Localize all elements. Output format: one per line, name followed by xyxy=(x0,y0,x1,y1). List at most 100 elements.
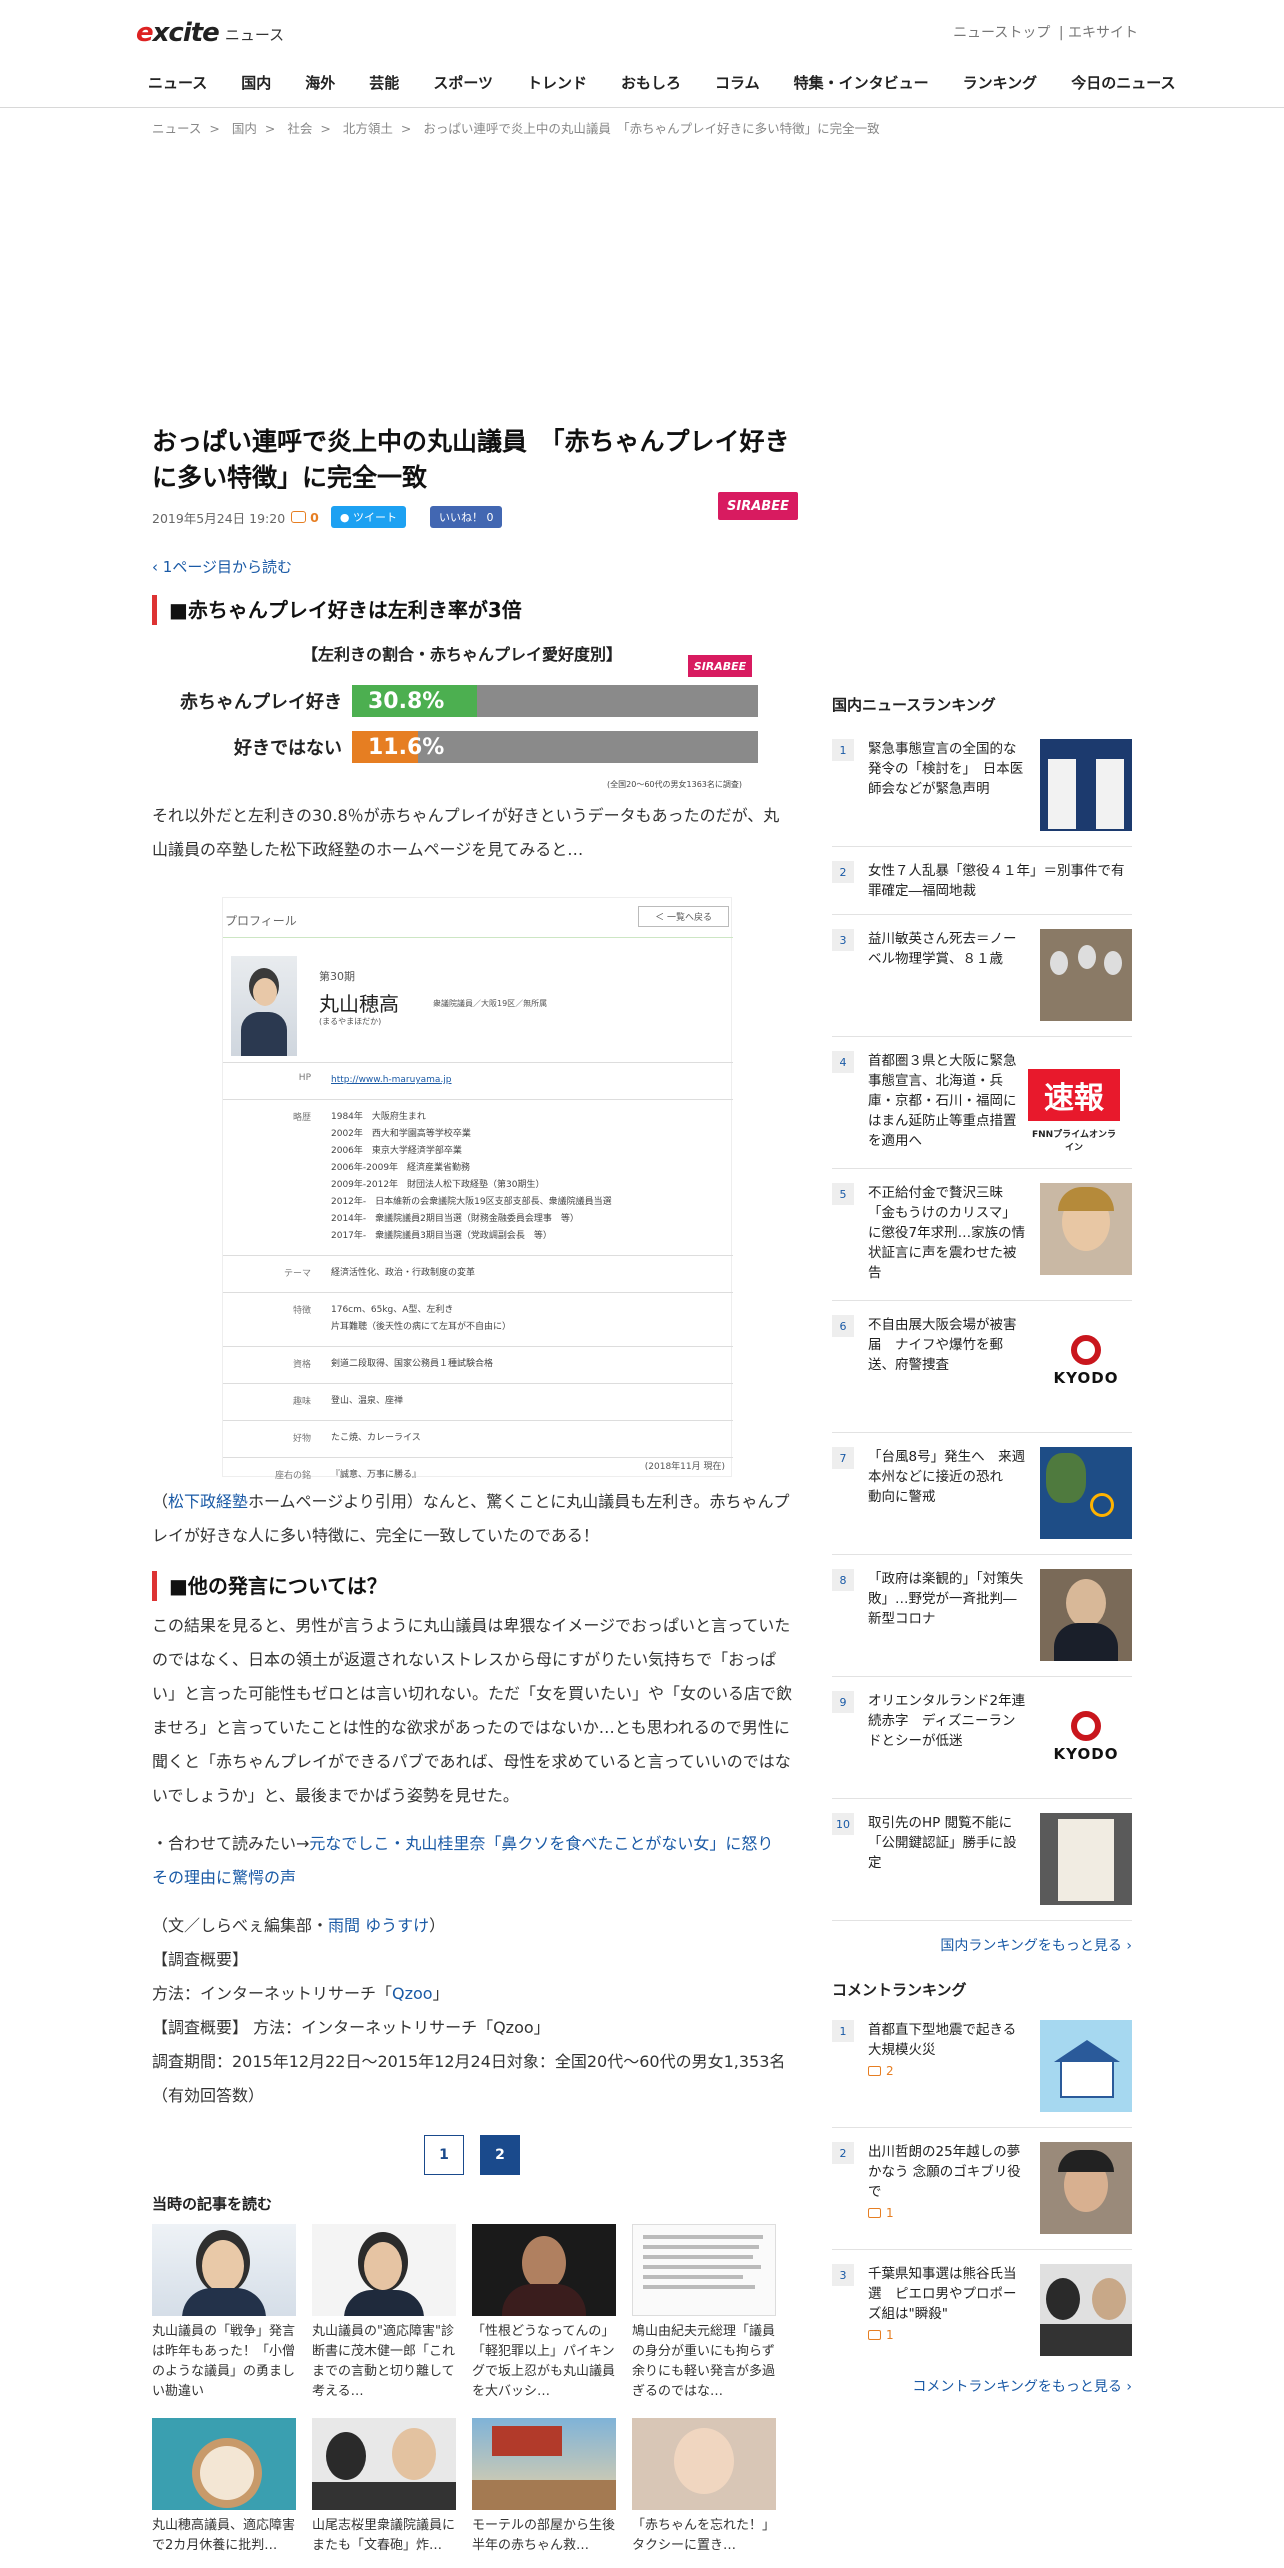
profile-row: 好物 たこ焼、カレーライス xyxy=(223,1420,733,1457)
ranking-item-5[interactable]: 5 不正給付金で贅沢三昧「金もうけのカリスマ」に懲役7年求刑…家族の情状証言に声… xyxy=(832,1169,1132,1301)
rank-text: 取引先のHP 閲覧不能に 「公開鍵認証」勝手に設定 xyxy=(868,1815,1026,1871)
related-item[interactable]: 「赤ちゃんを忘れた！」タクシーに置き… xyxy=(632,2418,776,2568)
chevron-right-icon: › xyxy=(1121,1938,1132,1954)
ranking-item-4[interactable]: 4 首都圏３県と大阪に緊急事態宣言、北海道・兵庫・京都・石川・福岡にはまん延防止… xyxy=(832,1037,1132,1169)
sirabee-logo[interactable]: SIRABEE xyxy=(718,492,798,520)
ranking-item-3[interactable]: 3 益川敏英さん死去＝ノーベル物理学賞、８１歳 xyxy=(832,915,1132,1037)
profile-suit xyxy=(241,1012,287,1056)
rank-thumb-5 xyxy=(1040,1183,1132,1275)
profile-name: 丸山穂高 xyxy=(319,992,399,1016)
nav-sports[interactable]: スポーツ xyxy=(433,72,493,93)
related-item[interactable]: 丸山議員の"適応障害"診断書に茂木健一郎「これまでの言動と切り離して考える… xyxy=(312,2224,456,2402)
article: おっぱい連呼で炎上中の丸山議員 「赤ちゃんプレイ好きに多い特徴」に完全一致 20… xyxy=(152,424,798,2568)
related-item[interactable]: モーテルの部屋から生後半年の赤ちゃん救… xyxy=(472,2418,616,2568)
ranking-item-7[interactable]: 7 「台風8号」発生へ 来週 本州などに接近の恐れ 動向に警戒 xyxy=(832,1433,1132,1555)
survey-method: 方法：インターネットリサーチ「Qzoo」 xyxy=(152,1977,792,2011)
left-handed-chart: 【左利きの割合・赤ちゃんプレイ愛好度別】 SIRABEE 赤ちゃんプレイ好き 30… xyxy=(152,641,772,791)
breadcrumb-northern-territories[interactable]: 北方領土 xyxy=(343,121,393,136)
chevron-right-icon: › xyxy=(1121,2379,1132,2395)
kyodo-logo-icon xyxy=(1071,1711,1101,1741)
breadcrumb-domestic[interactable]: 国内 xyxy=(232,121,257,136)
ranking-item-8[interactable]: 8 「政府は楽観的」「対策失敗」…野党が一斉批判―新型コロナ xyxy=(832,1555,1132,1677)
ranking-item-2[interactable]: 2 女性７人乱暴「懲役４１年」＝別事件で有罪確定―福岡地裁 xyxy=(832,847,1132,915)
profile-row: テーマ 経済活性化、政治・行政制度の変革 xyxy=(223,1255,733,1292)
profile-row-line: 経済活性化、政治・行政制度の変革 xyxy=(331,1268,476,1278)
profile-row-line[interactable]: http://www.h-maruyama.jp xyxy=(331,1072,452,1089)
prev-page-link[interactable]: ‹ 1ページ目から読む xyxy=(152,556,792,577)
related-item[interactable]: 山尾志桜里衆議院議員にまたも「文春砲」炸… xyxy=(312,2418,456,2568)
nav-today[interactable]: 今日のニュース xyxy=(1071,72,1175,93)
page-2-button[interactable]: 2 xyxy=(480,2135,520,2175)
logo-brand-rest: xcite xyxy=(152,18,220,48)
nav-entertainment[interactable]: 芸能 xyxy=(369,72,399,93)
logo-sub: ニュース xyxy=(224,26,285,44)
nav-domestic[interactable]: 国内 xyxy=(241,72,271,93)
rank-number: 6 xyxy=(832,1315,854,1337)
news-top-link[interactable]: ニューストップ xyxy=(953,25,1050,41)
comment-count[interactable]: 0 xyxy=(310,510,319,525)
matsushita-link[interactable]: 松下政経塾 xyxy=(168,1492,248,1511)
comment-icon[interactable] xyxy=(291,511,307,523)
profile-row: 略歴 1984年 大阪府生まれ 2002年 西大和学園高等学校卒業 2006年 東京大… xyxy=(223,1099,733,1255)
related-thumb-6 xyxy=(312,2418,456,2510)
main-nav: ニュース 国内 海外 芸能 スポーツ トレンド おもしろ コラム 特集・インタビ… xyxy=(148,72,1209,93)
rank-thumb-8 xyxy=(1040,1569,1132,1661)
breadcrumb-society[interactable]: 社会 xyxy=(287,121,312,136)
comment-ranking-more-link[interactable]: コメントランキングをもっと見る › xyxy=(832,2376,1132,2396)
page-1-button[interactable]: 1 xyxy=(424,2135,464,2175)
nav-ranking[interactable]: ランキング xyxy=(963,72,1038,93)
related-item[interactable]: 「性根どうなってんの」「軽犯罪以上」パイキングで坂上忍がも丸山議員を大バッシ… xyxy=(472,2224,616,2402)
profile-row-key: 趣味 xyxy=(292,1397,311,1407)
nav-column[interactable]: コラム xyxy=(715,72,760,93)
comment-count: 1 xyxy=(868,2328,1028,2342)
profile-row-value: 『誠意、万事に勝る』 xyxy=(331,1467,421,1484)
nav-funny[interactable]: おもしろ xyxy=(621,72,681,93)
read-also-prefix: ・合わせて読みたい→ xyxy=(152,1834,310,1853)
ranking-more-link[interactable]: 国内ランキングをもっと見る › xyxy=(832,1935,1132,1955)
ranking-item-1[interactable]: 1 緊急事態宣言の全国的な発令の「検討を」 日本医師会などが緊急声明 xyxy=(832,725,1132,847)
profile-role: 衆議院議員／大阪19区／無所属 xyxy=(433,999,548,1008)
comment-number: 1 xyxy=(886,2328,894,2342)
related-text-1: 丸山議員の「戦争」発言は昨年もあった！「小僧のような議員」の勇ましい勘違い xyxy=(152,2324,296,2399)
profile-row-value: 1984年 大阪府生まれ 2002年 西大和学園高等学校卒業 2006年 東京大学経… xyxy=(331,1109,612,1245)
ranking-item-9[interactable]: 9 オリエンタルランド2年連続赤字 ディズニーランドとシーが低迷 KYODO xyxy=(832,1677,1132,1799)
tweet-button[interactable]: ● ツイート xyxy=(330,506,406,528)
profile-date: (2018年11月 現在) xyxy=(644,1462,725,1472)
chart-category-label: 好きではない xyxy=(234,738,342,759)
nav-overseas[interactable]: 海外 xyxy=(305,72,335,93)
related-text-4: 鳩山由紀夫元総理「議員の身分が重いにも拘らず余りにも軽い発言が多過ぎるのではな… xyxy=(632,2324,776,2399)
breadcrumb-news[interactable]: ニュース xyxy=(152,121,201,136)
chevron-left-icon: ‹ xyxy=(152,558,163,576)
excite-news-logo[interactable]: excite ニュース xyxy=(136,14,284,48)
profile-header-title: プロフィール xyxy=(225,914,297,928)
related-item[interactable]: 丸山議員の「戦争」発言は昨年もあった！「小僧のような議員」の勇ましい勘違い xyxy=(152,2224,296,2402)
comment-icon xyxy=(868,2208,881,2218)
related-text-7: モーテルの部屋から生後半年の赤ちゃん救… xyxy=(472,2518,616,2553)
survey-line-2: 【調査概要】 方法：インターネットリサーチ「Qzoo」 xyxy=(152,2018,550,2037)
qzoo-link[interactable]: Qzoo xyxy=(392,1984,433,2003)
credit-pre: （文／しらべぇ編集部・ xyxy=(152,1916,329,1935)
comment-ranking-item-3[interactable]: 3 千葉県知事選は熊谷氏当選 ピエロ男やプロポーズ組は"瞬殺" 1 xyxy=(832,2250,1132,2372)
ranking-item-6[interactable]: 6 不自由展大阪会場が被害届 ナイフや爆竹を郵送、府警捜査 KYODO xyxy=(832,1301,1132,1433)
related-item[interactable]: 鳩山由紀夫元総理「議員の身分が重いにも拘らず余りにも軽い発言が多過ぎるのではな… xyxy=(632,2224,776,2402)
author-link[interactable]: 雨間 ゆうすけ xyxy=(328,1916,429,1935)
related-item[interactable]: 丸山穂高議員、適応障害で2カ月休養に批判… xyxy=(152,2418,296,2568)
rank-number: 3 xyxy=(832,2264,854,2286)
like-button[interactable]: いいね！ 0 xyxy=(429,506,503,528)
nav-features[interactable]: 特集・インタビュー xyxy=(794,72,929,93)
comment-ranking-item-2[interactable]: 2 出川哲朗の25年越しの夢かなう 念願のゴキブリ役で 1 xyxy=(832,2128,1132,2250)
profile-row-key: HP xyxy=(298,1073,311,1083)
kyodo-text: KYODO xyxy=(1053,1745,1119,1763)
profile-row-value: 176cm、65kg、A型、左利き 片耳難聴（後天性の病にて左耳が不自由に） xyxy=(331,1302,511,1336)
comment-ranking-item-1[interactable]: 1 首都直下型地震で起きる大規模火災 2 xyxy=(832,2006,1132,2128)
profile-row-key: 資格 xyxy=(292,1360,311,1370)
ranking-item-10[interactable]: 10 取引先のHP 閲覧不能に 「公開鍵認証」勝手に設定 xyxy=(832,1799,1132,1921)
nav-trend[interactable]: トレンド xyxy=(527,72,587,93)
breadcrumb: ニュース > 国内 > 社会 > 北方領土 > おっぱい連呼で炎上中の丸山議員 「赤ちゃ… xyxy=(152,121,880,136)
rank-thumb-10 xyxy=(1040,1813,1132,1905)
nav-news[interactable]: ニュース xyxy=(148,72,207,93)
rank-number: 9 xyxy=(832,1691,854,1713)
excite-link[interactable]: エキサイト xyxy=(1068,25,1138,41)
chart-bar-track: 30.8% xyxy=(352,685,758,717)
comment-thumb-3 xyxy=(1040,2264,1132,2356)
